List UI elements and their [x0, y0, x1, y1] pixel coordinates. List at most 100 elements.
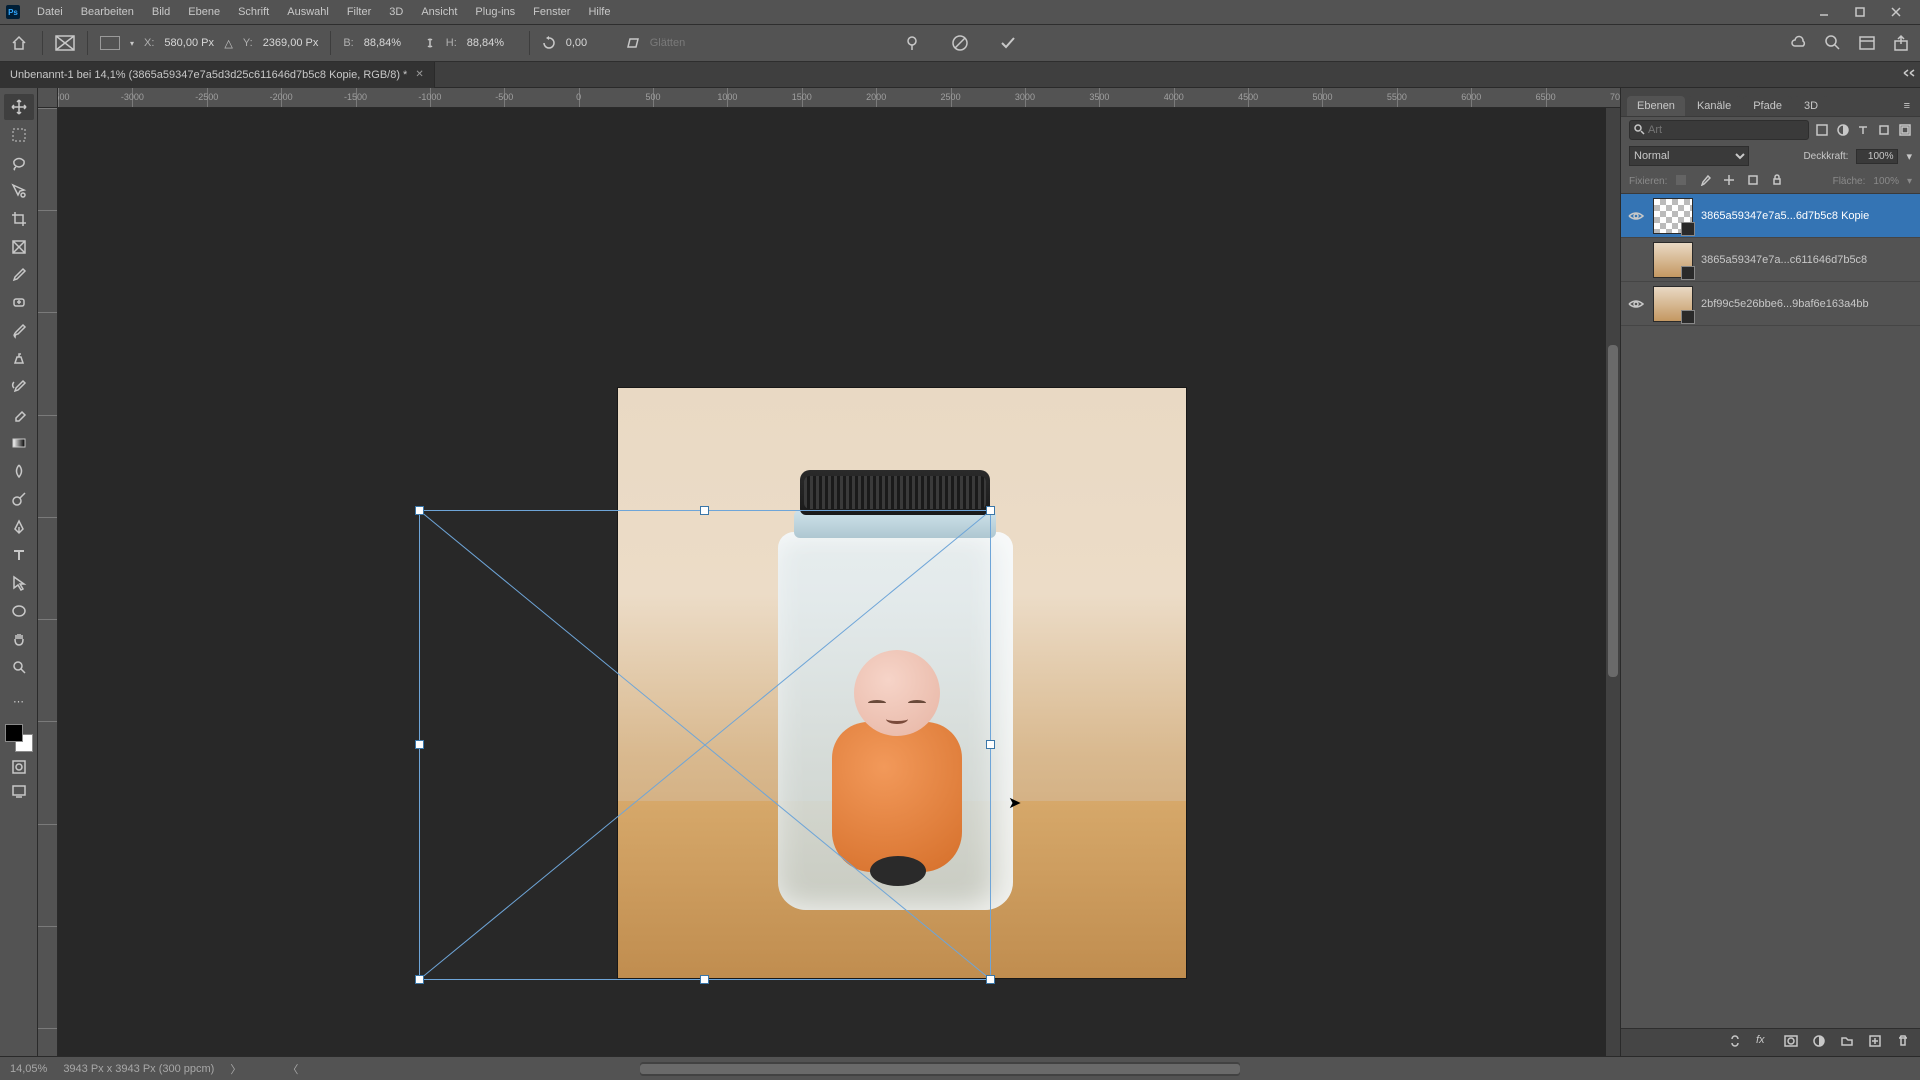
free-transform-box[interactable] — [419, 510, 991, 980]
skew-h-icon[interactable] — [626, 37, 640, 49]
filter-smart-icon[interactable] — [1897, 121, 1912, 139]
blur-tool[interactable] — [4, 458, 34, 484]
filter-shape-icon[interactable] — [1877, 121, 1892, 139]
close-tab-icon[interactable]: ✕ — [415, 69, 423, 80]
filter-adjust-icon[interactable] — [1836, 121, 1851, 139]
path-select-tool[interactable] — [4, 570, 34, 596]
zoom-tool[interactable] — [4, 654, 34, 680]
quick-select-tool[interactable] — [4, 178, 34, 204]
horizontal-ruler[interactable]: -3500-3000-2500-2000-1500-1000-500050010… — [58, 88, 1620, 108]
search-icon[interactable] — [1824, 34, 1842, 52]
menu-filter[interactable]: Filter — [338, 0, 380, 24]
rotation-value[interactable]: 0,00 — [566, 37, 616, 49]
quick-mask-icon[interactable] — [10, 758, 28, 776]
home-icon[interactable] — [8, 32, 30, 54]
panel-tab-ebenen[interactable]: Ebenen — [1627, 96, 1685, 116]
lock-pixels-icon[interactable] — [1675, 174, 1691, 190]
ruler-origin[interactable] — [38, 88, 58, 108]
layer-row[interactable]: 3865a59347e7a5...6d7b5c8 Kopie — [1621, 194, 1920, 238]
layer-visibility-icon[interactable] — [1627, 207, 1645, 225]
menu-plug-ins[interactable]: Plug-ins — [466, 0, 524, 24]
move-tool[interactable] — [4, 94, 34, 120]
filter-pixel-icon[interactable] — [1815, 121, 1830, 139]
panel-tab-pfade[interactable]: Pfade — [1743, 96, 1792, 116]
horizontal-scrollbar[interactable] — [640, 1062, 1240, 1076]
layer-thumbnail[interactable] — [1653, 242, 1693, 278]
layer-row[interactable]: 3865a59347e7a...c611646d7b5c8 — [1621, 238, 1920, 282]
frame-tool[interactable] — [4, 234, 34, 260]
layer-effects-icon[interactable]: fx — [1756, 1034, 1774, 1052]
lasso-tool[interactable] — [4, 150, 34, 176]
panel-menu-icon[interactable]: ≡ — [1900, 96, 1914, 116]
link-layers-icon[interactable] — [1728, 1034, 1746, 1052]
chevron-right-icon[interactable]: 〉 — [230, 1061, 241, 1077]
chevron-left-icon[interactable]: 〈 — [287, 1061, 298, 1077]
crop-tool[interactable] — [4, 206, 34, 232]
screen-mode-icon[interactable] — [10, 782, 28, 800]
group-icon[interactable] — [1840, 1034, 1858, 1052]
link-icon[interactable] — [424, 36, 436, 50]
transform-handle-s[interactable] — [700, 975, 709, 984]
lock-position-icon[interactable] — [1723, 174, 1739, 190]
canvas-stage[interactable]: ➤ — [58, 108, 1620, 1056]
vertical-ruler[interactable] — [38, 108, 58, 1056]
vertical-scrollbar[interactable] — [1606, 108, 1620, 1056]
width-value[interactable]: 88,84% — [364, 37, 414, 49]
share-icon[interactable] — [1892, 34, 1910, 52]
lock-all-icon[interactable] — [1771, 174, 1787, 190]
menu-bild[interactable]: Bild — [143, 0, 179, 24]
transform-handle-w[interactable] — [415, 740, 424, 749]
chevron-down-icon[interactable]: ▾ — [1907, 176, 1912, 187]
opacity-value[interactable]: 100% — [1856, 149, 1898, 164]
layer-filter-input[interactable] — [1629, 120, 1809, 140]
layer-name[interactable]: 3865a59347e7a...c611646d7b5c8 — [1701, 254, 1914, 266]
menu-hilfe[interactable]: Hilfe — [579, 0, 619, 24]
brush-tool[interactable] — [4, 318, 34, 344]
collapse-panels-icon[interactable] — [1902, 68, 1916, 78]
menu-schrift[interactable]: Schrift — [229, 0, 278, 24]
panel-tab-kanäle[interactable]: Kanäle — [1687, 96, 1741, 116]
layer-row[interactable]: 2bf99c5e26bbe6...9baf6e163a4bb — [1621, 282, 1920, 326]
lock-paint-icon[interactable] — [1699, 174, 1715, 190]
cancel-transform-button[interactable] — [951, 34, 969, 52]
layer-thumbnail[interactable] — [1653, 286, 1693, 322]
filter-type-icon[interactable] — [1856, 121, 1871, 139]
pen-tool[interactable] — [4, 514, 34, 540]
pin-icon[interactable] — [903, 34, 921, 52]
fill-value[interactable]: 100% — [1873, 176, 1899, 187]
transform-handle-se[interactable] — [986, 975, 995, 984]
transform-handle-ne[interactable] — [986, 506, 995, 515]
menu-ebene[interactable]: Ebene — [179, 0, 229, 24]
height-value[interactable]: 88,84% — [467, 37, 517, 49]
transform-handle-nw[interactable] — [415, 506, 424, 515]
history-brush-tool[interactable] — [4, 374, 34, 400]
reference-point-icon[interactable] — [100, 36, 120, 50]
transform-handle-n[interactable] — [700, 506, 709, 515]
layer-visibility-icon[interactable] — [1627, 251, 1645, 269]
eraser-tool[interactable] — [4, 402, 34, 428]
chevron-down-icon[interactable]: ▾ — [1906, 150, 1912, 163]
type-tool[interactable] — [4, 542, 34, 568]
y-value[interactable]: 2369,00 Px — [263, 37, 319, 49]
color-swatches[interactable] — [5, 724, 33, 752]
shape-tool[interactable] — [4, 598, 34, 624]
layer-mask-icon[interactable] — [1784, 1034, 1802, 1052]
transform-preset-icon[interactable] — [55, 35, 75, 51]
transform-handle-sw[interactable] — [415, 975, 424, 984]
window-restore-button[interactable] — [1842, 0, 1878, 24]
layer-name[interactable]: 3865a59347e7a5...6d7b5c8 Kopie — [1701, 210, 1914, 222]
hand-tool[interactable] — [4, 626, 34, 652]
edit-toolbar-icon[interactable]: ⋯ — [4, 688, 34, 714]
dodge-tool[interactable] — [4, 486, 34, 512]
menu-fenster[interactable]: Fenster — [524, 0, 579, 24]
window-minimize-button[interactable] — [1806, 0, 1842, 24]
document-info[interactable]: 3943 Px x 3943 Px (300 ppcm) — [63, 1063, 214, 1075]
layer-name[interactable]: 2bf99c5e26bbe6...9baf6e163a4bb — [1701, 298, 1914, 310]
layer-visibility-icon[interactable] — [1627, 295, 1645, 313]
document-tab[interactable]: Unbenannt-1 bei 14,1% (3865a59347e7a5d3d… — [0, 62, 435, 88]
clone-stamp-tool[interactable] — [4, 346, 34, 372]
interpolation-label[interactable]: Glätten — [650, 37, 685, 49]
menu-bearbeiten[interactable]: Bearbeiten — [72, 0, 143, 24]
cloud-docs-icon[interactable] — [1790, 34, 1808, 52]
layer-thumbnail[interactable] — [1653, 198, 1693, 234]
